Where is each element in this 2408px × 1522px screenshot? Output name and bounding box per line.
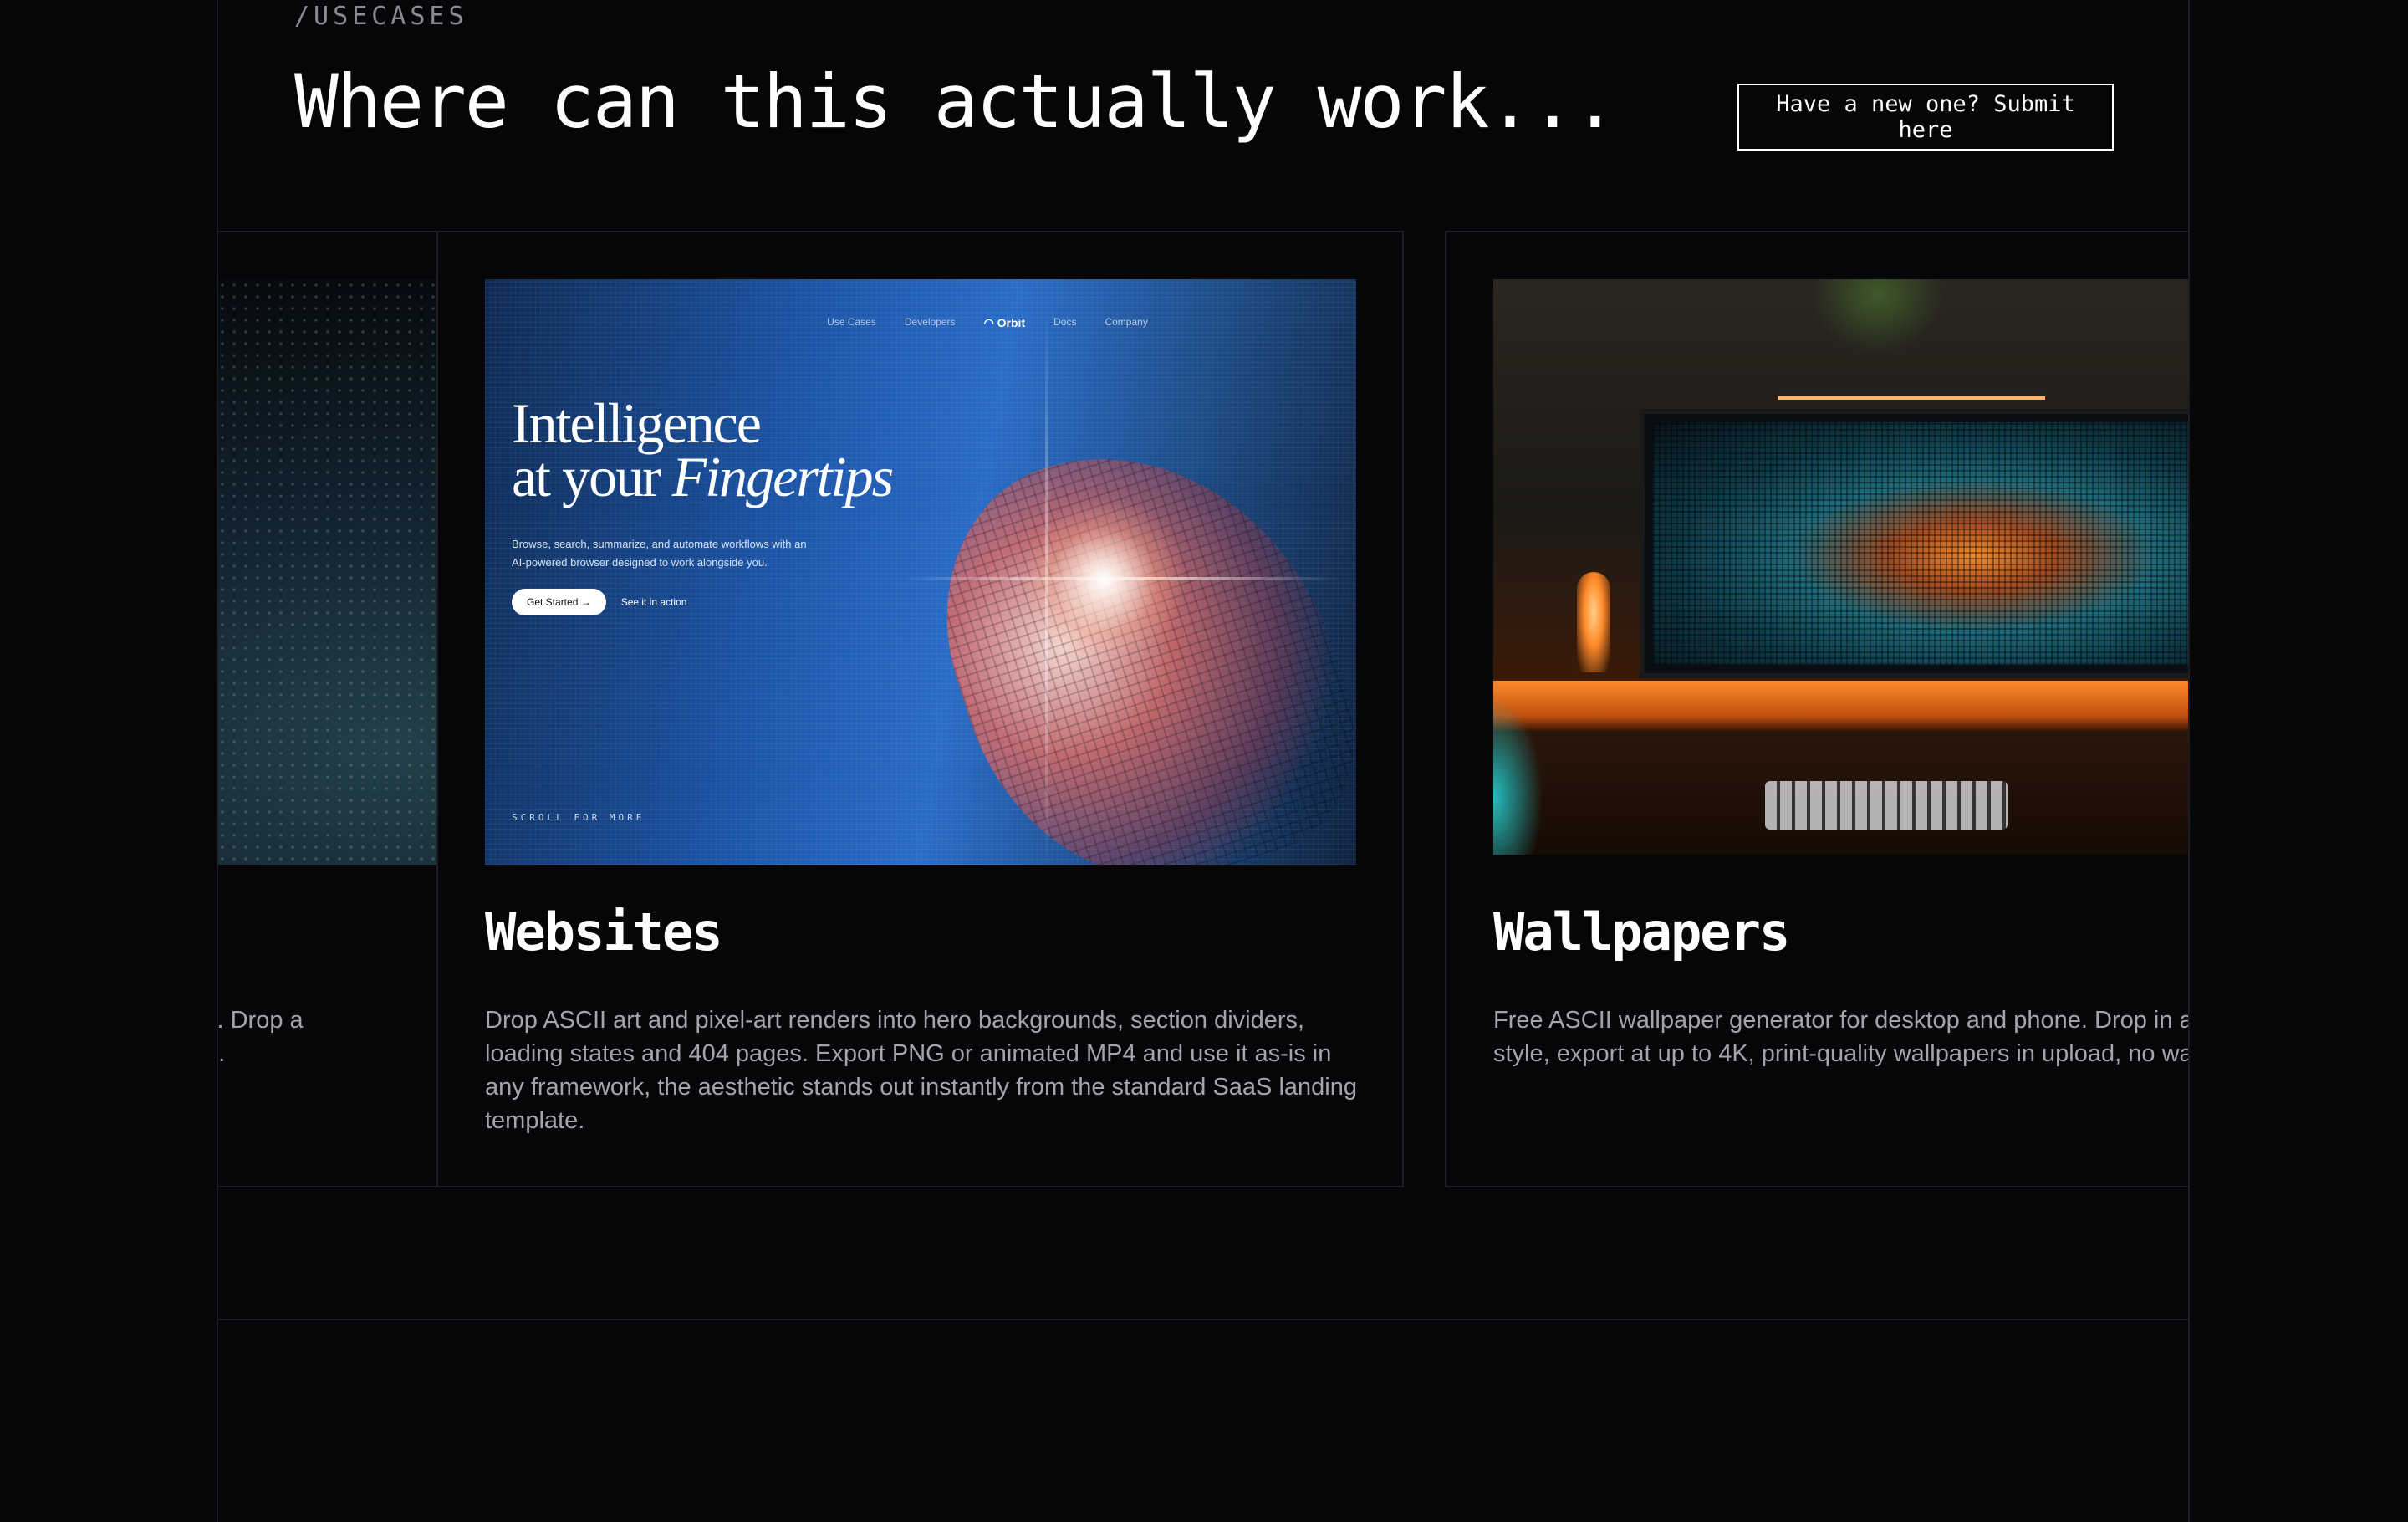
- preview-subtitle: Browse, search, summarize, and automate …: [512, 538, 807, 569]
- previous-desc-line2: e.: [218, 1040, 226, 1067]
- section-headline: Where can this actually work...: [294, 59, 1617, 145]
- submit-usecase-button[interactable]: Have a new one? Submit here: [1737, 84, 2114, 151]
- preview-nav: Use Cases Developers ◠ Orbit Docs Compan…: [485, 316, 1356, 330]
- desk-lamp: [1577, 572, 1610, 672]
- preview-nav-brand: ◠ Orbit: [983, 316, 1026, 329]
- wallpapers-preview-image: [1493, 279, 2188, 855]
- frame-right-line: [2188, 0, 2190, 1522]
- preview-nav-item: Developers: [904, 316, 956, 328]
- preview-hero-line1: Intelligence: [512, 391, 762, 455]
- card-description: Drop ASCII art and pixel-art renders int…: [485, 1007, 1357, 1134]
- monitor-light-bar: [1778, 388, 2045, 400]
- section-divider: [217, 1319, 2190, 1320]
- preview-get-started: Get Started →: [512, 589, 606, 615]
- fingertip-glow: [1020, 497, 1187, 664]
- ascii-grid-overlay: [1653, 422, 2188, 665]
- preview-see-action: See it in action: [620, 596, 687, 608]
- preview-nav-item: Use Cases: [827, 316, 876, 328]
- usecase-card-websites[interactable]: Use Cases Developers ◠ Orbit Docs Compan…: [436, 231, 1404, 1187]
- preview-hero-line2-prefix: at your: [512, 445, 672, 508]
- card-title: Websites: [485, 901, 723, 963]
- section-eyebrow: /USECASES: [294, 2, 468, 31]
- preview-scroll-hint: SCROLL FOR MORE: [512, 812, 645, 823]
- preview-hero-line2-italic: Fingertips: [671, 445, 894, 508]
- keyboard: [1765, 781, 2008, 830]
- preview-nav-item: Docs: [1054, 316, 1077, 328]
- card-title: Wallpapers: [1493, 901, 1790, 963]
- usecase-card-wallpapers[interactable]: Wallpapers Free ASCII wallpaper generato…: [1445, 231, 2188, 1187]
- desk-led-glow: [1493, 681, 2188, 731]
- desktop-monitor: [1640, 409, 2188, 678]
- preview-nav-item: Company: [1105, 316, 1148, 328]
- preview-hero-title: Intelligence at your Fingertips: [512, 391, 894, 505]
- previous-desc-line1: s. Drop a: [218, 1007, 304, 1034]
- websites-preview-image: Use Cases Developers ◠ Orbit Docs Compan…: [485, 279, 1356, 865]
- preview-hero-line2: at your Fingertips: [512, 448, 894, 505]
- preview-cta-row: Get Started → See it in action: [512, 589, 686, 615]
- hanging-plant: [1811, 279, 1945, 355]
- card-description: Free ASCII wallpaper generator for deskt…: [1493, 1007, 2188, 1067]
- usecase-carousel[interactable]: s. Drop a e. Use Cases Developers ◠ Orbi…: [218, 231, 2188, 1187]
- teal-accent-light: [1493, 697, 1543, 855]
- preview-brand-label: Orbit: [997, 316, 1026, 329]
